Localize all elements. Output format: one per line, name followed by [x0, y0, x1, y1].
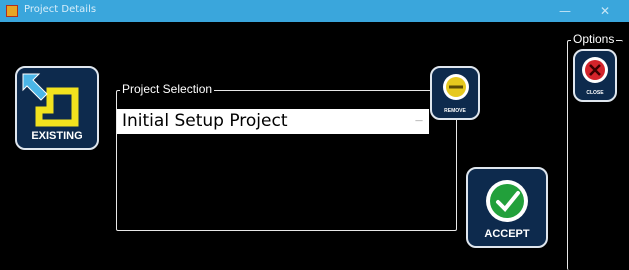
accept-label: ACCEPT [484, 228, 530, 240]
close-label: CLOSE [586, 90, 604, 96]
remove-label: REMOVE [444, 108, 466, 114]
app-icon [6, 5, 18, 17]
accept-button[interactable]: ACCEPT [466, 167, 548, 248]
list-item[interactable]: Initial Setup Project [122, 111, 288, 131]
project-list[interactable]: Initial Setup Project — [117, 109, 429, 134]
list-arrow-icon[interactable]: — [415, 116, 423, 125]
close-window-icon[interactable]: ✕ [585, 0, 625, 22]
close-button[interactable]: CLOSE [573, 49, 617, 102]
title-bar[interactable]: Project Details — ✕ [0, 0, 629, 22]
remove-button[interactable]: REMOVE [430, 66, 480, 120]
minimize-icon[interactable]: — [545, 0, 585, 22]
project-selection-legend: Project Selection [120, 82, 215, 96]
existing-button[interactable]: EXISTING [15, 66, 99, 150]
existing-label: EXISTING [31, 130, 83, 142]
close-icon [582, 57, 608, 83]
window-title: Project Details [24, 4, 97, 15]
options-legend: Options [571, 32, 617, 46]
